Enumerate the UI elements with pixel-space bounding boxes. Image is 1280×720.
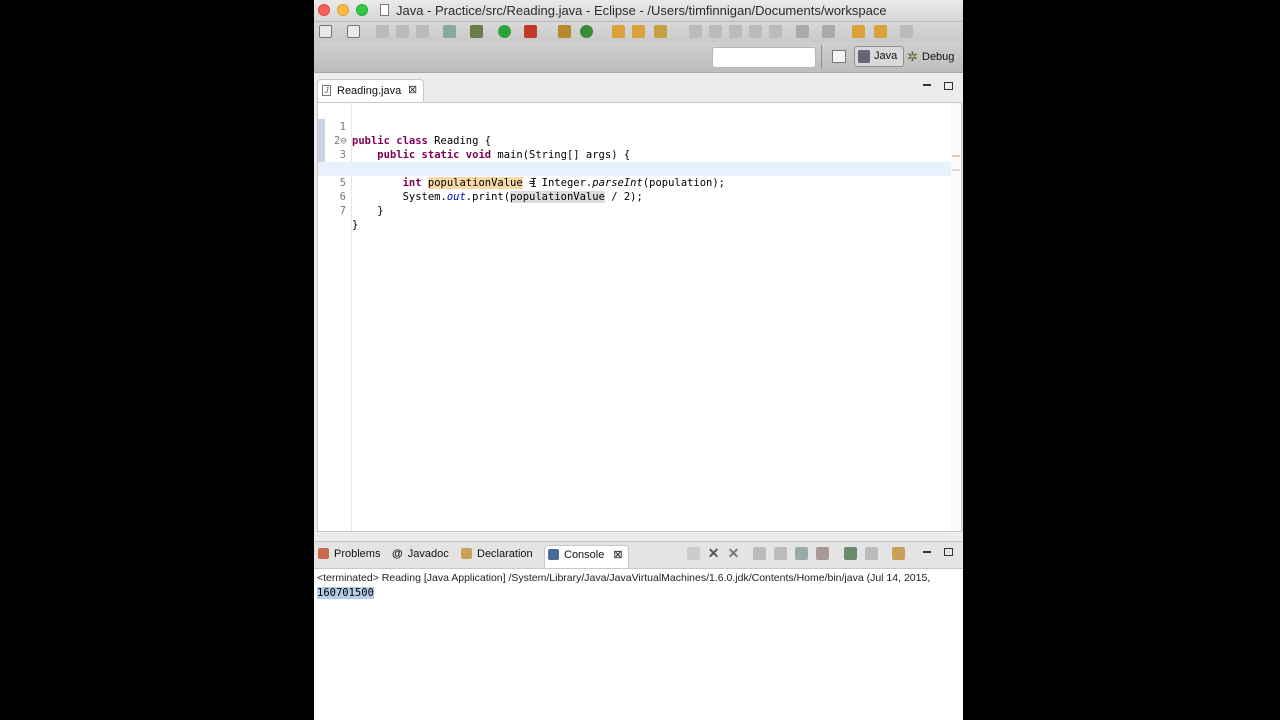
remove-launch-icon[interactable]: ✕: [707, 546, 720, 560]
tab-declaration-label: Declaration: [477, 548, 533, 560]
tab-problems-label: Problems: [334, 548, 381, 560]
perspective-bar: Java: [314, 42, 963, 73]
text-cursor-icon: I: [530, 176, 538, 190]
tab-problems[interactable]: Problems: [318, 548, 380, 560]
line-text: }: [352, 205, 384, 217]
eclipse-window: Java - Practice/src/Reading.java - Eclip…: [314, 0, 963, 720]
open-type-icon[interactable]: [347, 25, 360, 38]
new-icon[interactable]: [319, 25, 332, 38]
line-text: }: [352, 219, 359, 231]
block-selection-icon[interactable]: [749, 25, 762, 38]
java-perspective-icon: [858, 50, 870, 63]
zoom-window-button[interactable]: [356, 4, 368, 16]
java-perspective-button[interactable]: Java: [854, 46, 904, 67]
occurrence-marker[interactable]: [952, 155, 960, 157]
save-icon[interactable]: [376, 25, 389, 38]
debug-perspective-icon[interactable]: ✲: [907, 50, 919, 63]
external-tools-icon[interactable]: [524, 25, 537, 38]
editor-maximize-icon[interactable]: [944, 82, 953, 90]
toggle-mark-icon[interactable]: [729, 25, 742, 38]
new-java-project-icon[interactable]: [558, 25, 571, 38]
show-stdout-icon[interactable]: [795, 547, 808, 560]
code-line[interactable]: 7 }: [318, 190, 961, 231]
open-folder-icon[interactable]: [612, 25, 625, 38]
arrow-left-icon[interactable]: [852, 25, 865, 38]
terminate-icon[interactable]: [687, 547, 700, 560]
show-stderr-icon[interactable]: [816, 547, 829, 560]
declaration-icon: [461, 548, 472, 559]
scroll-lock-icon[interactable]: [774, 547, 787, 560]
tab-console-label: Console: [564, 549, 605, 561]
remove-all-launches-icon[interactable]: ✕: [727, 546, 740, 560]
code-editor[interactable]: 1 public class Reading { 2⊖ public stati…: [317, 102, 962, 532]
java-file-icon: J: [322, 85, 331, 96]
window-title: Java - Practice/src/Reading.java - Eclip…: [396, 3, 887, 18]
console-icon: [548, 549, 559, 560]
occurrence-marker[interactable]: [952, 169, 960, 171]
minimize-window-button[interactable]: [337, 4, 349, 16]
console-output[interactable]: <terminated> Reading [Java Application] …: [314, 568, 963, 720]
panel-maximize-icon[interactable]: [944, 548, 953, 556]
problems-icon: [318, 548, 329, 559]
at-icon: @: [392, 548, 403, 560]
java-perspective-label: Java: [874, 50, 898, 62]
show-whitespace-icon[interactable]: [769, 25, 782, 38]
title-bar: Java - Practice/src/Reading.java - Eclip…: [314, 0, 963, 22]
save-all-icon[interactable]: [396, 25, 409, 38]
annotation-prev-icon[interactable]: [709, 25, 722, 38]
run-icon[interactable]: [498, 25, 511, 38]
open-console-icon[interactable]: [892, 547, 905, 560]
close-tab-icon[interactable]: ⊠: [408, 83, 417, 96]
code-line[interactable]: 1 public class Reading {: [318, 106, 961, 147]
close-console-tab-icon[interactable]: ⊠: [613, 549, 622, 561]
editor-minimize-icon[interactable]: [923, 84, 931, 86]
back-history-icon[interactable]: [822, 25, 835, 38]
close-window-button[interactable]: [318, 4, 330, 16]
tab-javadoc[interactable]: @ Javadoc: [392, 548, 449, 560]
tab-console[interactable]: Console ⊠: [548, 548, 623, 561]
line-number: 7: [339, 205, 346, 217]
panel-minimize-icon[interactable]: [923, 551, 931, 553]
toolbar-separator: [821, 45, 822, 69]
code-line[interactable]: 2⊖ public static void main(String[] args…: [318, 120, 961, 161]
editor-tab-reading[interactable]: J Reading.java ⊠: [317, 79, 424, 102]
main-toolbar: [314, 22, 963, 42]
last-edit-icon[interactable]: [796, 25, 809, 38]
tab-declaration[interactable]: Declaration: [461, 548, 533, 560]
clear-console-icon[interactable]: [753, 547, 766, 560]
back-icon[interactable]: [874, 25, 887, 38]
debug-perspective-button[interactable]: Debug: [922, 51, 954, 63]
console-output-text[interactable]: 160701500: [317, 587, 374, 599]
document-icon: [380, 4, 389, 16]
overview-ruler[interactable]: [951, 103, 961, 531]
skip-breakpoints-icon[interactable]: [443, 25, 456, 38]
code-line[interactable]: 4 int populationValue = Integer.parseInt…: [318, 148, 961, 189]
open-task-icon[interactable]: [632, 25, 645, 38]
current-code-line[interactable]: 5 System.out.print(populationValue / 2);: [318, 162, 961, 203]
print-icon[interactable]: [416, 25, 429, 38]
annotation-next-icon[interactable]: [689, 25, 702, 38]
forward-icon[interactable]: [900, 25, 913, 38]
code-line[interactable]: 3 String population = "321403000";: [318, 134, 961, 175]
editor-tab-label: Reading.java: [337, 85, 402, 97]
tab-javadoc-label: Javadoc: [407, 548, 449, 560]
pin-console-icon[interactable]: [844, 547, 857, 560]
console-status-line: <terminated> Reading [Java Application] …: [317, 572, 931, 584]
editor-tab-bar: J Reading.java ⊠: [314, 76, 963, 102]
open-perspective-icon[interactable]: [832, 50, 846, 63]
debug-run-icon[interactable]: [470, 25, 483, 38]
new-class-icon[interactable]: [580, 25, 593, 38]
quick-access-input[interactable]: [712, 47, 816, 68]
display-console-icon[interactable]: [865, 547, 878, 560]
code-line[interactable]: 6 }: [318, 176, 961, 217]
search-icon[interactable]: [654, 25, 667, 38]
